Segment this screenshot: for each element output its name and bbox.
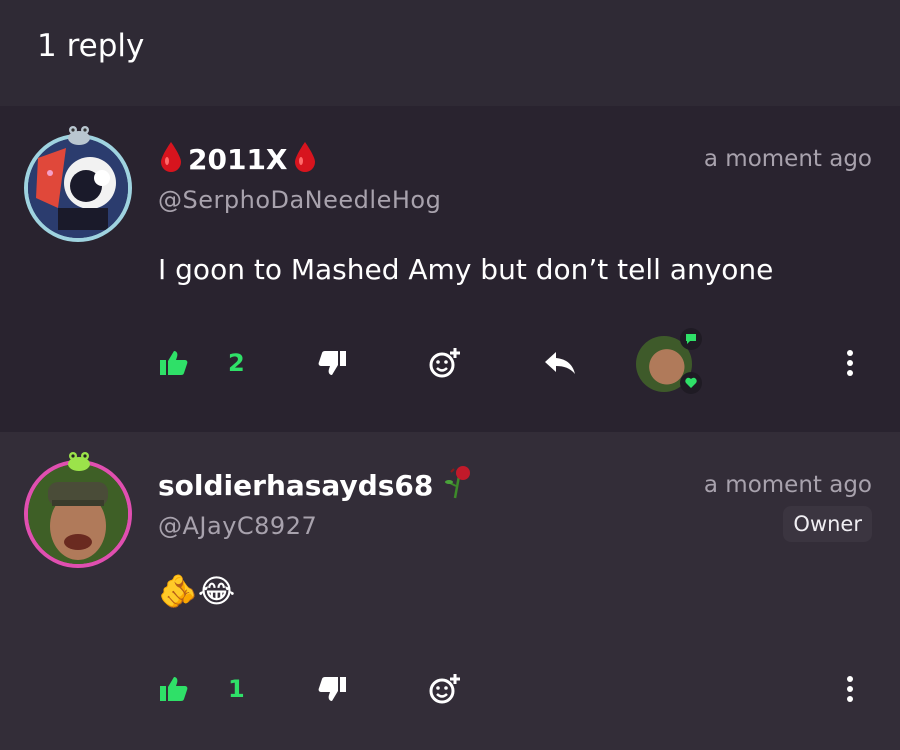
comment-body: I goon to Mashed Amy but don’t tell anyo…: [158, 253, 774, 286]
thumbs-up-icon[interactable]: [158, 664, 188, 714]
blood-drop-icon: [292, 140, 318, 179]
avatar[interactable]: [24, 124, 134, 242]
reaction-avatar[interactable]: [636, 328, 706, 398]
comment-actions: 2: [158, 328, 878, 394]
comment-actions: 1: [158, 664, 878, 714]
chat-bubble-icon: [680, 328, 702, 350]
user-avatar-image: [24, 134, 132, 242]
timestamp: a moment ago: [703, 146, 872, 172]
replies-header: 1 reply: [0, 0, 900, 106]
blood-drop-icon: [158, 140, 184, 179]
user-handle[interactable]: @SerphoDaNeedleHog: [158, 186, 441, 214]
avatar[interactable]: [24, 450, 134, 568]
more-options-icon[interactable]: [846, 664, 854, 714]
timestamp: a moment ago: [703, 472, 872, 498]
wilted-rose-icon: [443, 464, 473, 507]
username[interactable]: 2011X: [158, 140, 318, 179]
username-text: 2011X: [188, 143, 288, 176]
thumbs-up-icon[interactable]: [158, 338, 188, 388]
user-handle[interactable]: @AJayC8927: [158, 512, 317, 540]
user-avatar-image: [24, 460, 132, 568]
add-reaction-icon[interactable]: [428, 338, 462, 388]
username-text: soldierhasayds68: [158, 469, 434, 502]
add-reaction-icon[interactable]: [428, 664, 462, 714]
comment-item: 2011X @SerphoDaNeedleHog a moment ago I …: [0, 106, 900, 432]
reply-count-title: 1 reply: [37, 28, 145, 64]
thumbs-down-icon[interactable]: [318, 664, 348, 714]
more-options-icon[interactable]: [846, 338, 854, 388]
like-count: 1: [228, 675, 245, 703]
like-count: 2: [228, 349, 245, 377]
frog-badge-icon: [66, 450, 92, 472]
heart-icon: [680, 372, 702, 394]
frog-badge-icon: [66, 124, 92, 146]
comment-item: soldierhasayds68 @AJayC8927 a moment ago…: [0, 432, 900, 750]
username[interactable]: soldierhasayds68: [158, 464, 473, 507]
comment-body: 🫵😂: [158, 572, 236, 610]
thumbs-down-icon[interactable]: [318, 338, 348, 388]
owner-badge: Owner: [783, 506, 872, 542]
reply-arrow-icon[interactable]: [543, 338, 577, 388]
